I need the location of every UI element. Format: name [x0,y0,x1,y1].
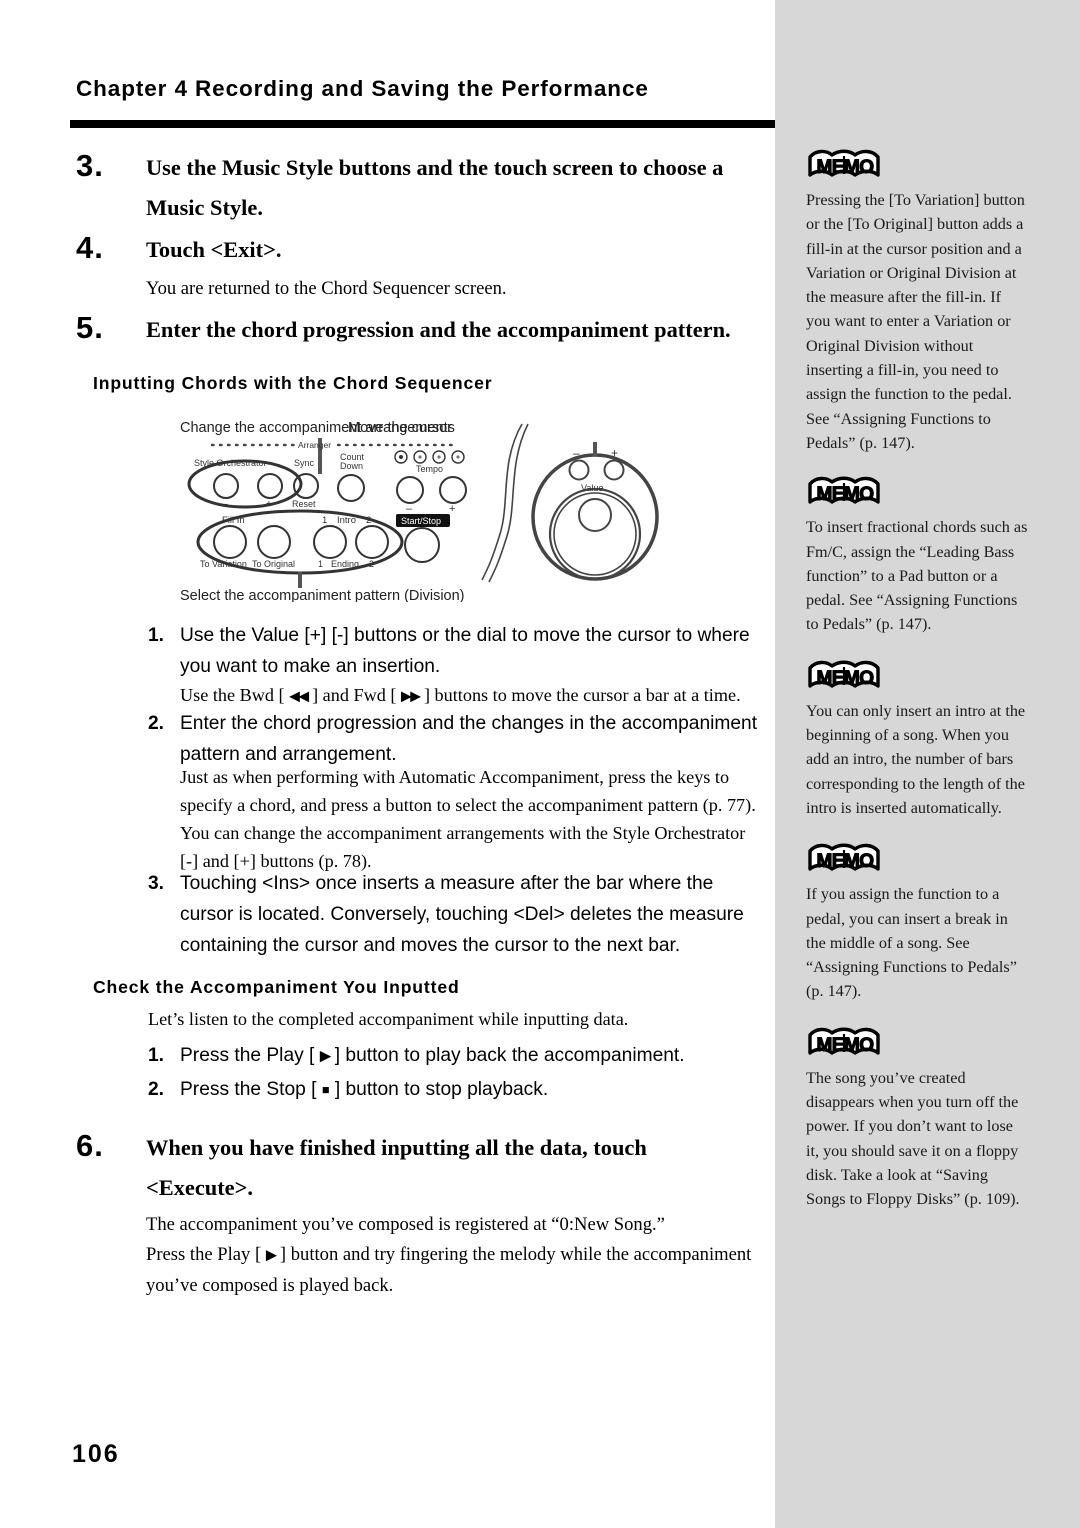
svg-text:–: – [406,503,413,515]
svg-text:MEMO: MEMO [816,668,873,689]
memo-text-3: You can only insert an intro at the begi… [806,701,1026,817]
figure-label-down: Down [340,461,363,471]
memo-sidebar: MEMO Pressing the [To Variation] button … [775,0,1080,1528]
figure-label-start-stop: Start/Stop [401,516,441,526]
list-item-b2-text-pre: Press the Stop [ [180,1079,322,1100]
figure-callout-top-right: Move the cursor [348,420,452,436]
step-6-heading: When you have finished inputting all the… [146,1135,647,1200]
list-item-a2-marker: 2. [148,713,165,734]
list-item-a1-note-pre: Use the Bwd [ [180,685,290,705]
list-item-b1-text-post: ] button to play back the accompaniment. [329,1045,685,1066]
chapter-title: Chapter 4 Recording and Saving the Perfo… [76,76,649,101]
figure-label-arranger: Arranger [298,440,331,450]
memo-text-5: The song you’ve created disappears when … [806,1068,1020,1209]
svg-text:2: 2 [366,515,371,526]
svg-text:+: + [611,446,618,460]
list-item-a1: 1. Use the Value [+] [-] buttons or the … [148,620,758,682]
svg-text:–: – [573,446,580,460]
list-item-a1-note: Use the Bwd [ ◀◀ ] and Fwd [ ▶▶ ] button… [180,681,772,711]
memo-book-icon: MEMO [806,842,884,876]
list-item-a2-text: Enter the chord progression and the chan… [180,713,758,765]
memo-text-4: If you assign the function to a pedal, y… [806,885,1017,1001]
list-item-a1-marker: 1. [148,625,165,646]
svg-text:MEMO: MEMO [816,484,873,505]
memo-block-5: MEMO The song you’ve created disappears … [806,1026,1029,1212]
page-main-column: Chapter 4 Recording and Saving the Perfo… [0,0,1008,1528]
svg-text:+: + [449,503,455,515]
svg-text:MEMO: MEMO [816,157,873,178]
panel-diagram-figure: Change the accompaniment arrangements Mo… [170,412,690,602]
list-item-b1: 1. Press the Play [ ▶ ] button to play b… [148,1040,748,1072]
list-item-a3-text: Touching <Ins> once inserts a measure af… [180,873,744,956]
section-heading-inputting-chords: Inputting Chords with the Chord Sequence… [93,373,493,393]
list-item-a1-text: Use the Value [+] [-] buttons or the dia… [180,625,750,677]
figure-label-sync: Sync [294,458,315,468]
list-item-b1-text-pre: Press the Play [ [180,1045,320,1066]
figure-label-intro: Intro [337,515,356,526]
list-item-b1-marker: 1. [148,1045,165,1066]
svg-text:1: 1 [318,559,323,569]
figure-callout-bottom: Select the accompaniment pattern (Divisi… [180,588,465,602]
step-6-number: 6. [76,1128,104,1163]
figure-label-style-orchestrator: Style Orchestrator [194,458,267,468]
step-3-heading: Use the Music Style buttons and the touc… [146,155,724,220]
figure-label-tempo: Tempo [416,464,443,474]
svg-text:2: 2 [369,559,374,569]
memo-book-icon: MEMO [806,148,884,182]
figure-label-ending: Ending [331,559,359,569]
list-item-a1-note-post: ] buttons to move the cursor a bar at a … [419,685,741,705]
memo-book-icon: MEMO [806,475,884,509]
svg-text:–: – [222,499,228,510]
step-4-number: 4. [76,230,104,265]
list-item-b2-text-post: ] button to stop playback. [329,1079,549,1100]
memo-block-2: MEMO To insert fractional chords such as… [806,475,1029,636]
step-5-heading: Enter the chord progression and the acco… [146,317,731,342]
section-heading-check-accompaniment: Check the Accompaniment You Inputted [93,977,460,997]
figure-label-to-original: To Original [252,559,295,569]
figure-label-to-variation: To Variation [200,559,247,569]
list-item-a3-marker: 3. [148,873,165,894]
memo-block-4: MEMO If you assign the function to a ped… [806,842,1029,1003]
list-item-b2: 2. Press the Stop [ ■ ] button to stop p… [148,1074,748,1106]
memo-block-1: MEMO Pressing the [To Variation] button … [806,148,1029,455]
section-b-intro: Let’s listen to the completed accompanim… [148,1009,629,1029]
list-item-b2-marker: 2. [148,1079,165,1100]
list-item-a1-note-mid: ] and Fwd [ [307,685,401,705]
memo-book-icon: MEMO [806,1026,884,1060]
step-3-number: 3. [76,148,104,183]
memo-text-1: Pressing the [To Variation] button or th… [806,191,1025,452]
list-item-b2-text: Press the Stop [ ■ ] button to stop play… [180,1074,748,1106]
play-icon: ▶ [265,1247,277,1264]
play-icon: ▶ [319,1047,331,1065]
step-6-body-line1: The accompaniment you’ve composed is reg… [146,1214,665,1235]
list-item-a2-note: Just as when performing with Automatic A… [180,767,756,871]
page-number: 106 [72,1440,120,1468]
rewind-icon: ◀◀ [289,688,309,705]
step-6-body-line2-pre: Press the Play [ [146,1244,266,1265]
list-item-a2: 2. Enter the chord progression and the c… [148,708,758,770]
svg-text:MEMO: MEMO [816,1035,873,1056]
svg-text:1: 1 [322,515,327,526]
step-4-body: You are returned to the Chord Sequencer … [146,278,507,299]
step-6-body-line2: Press the Play [ ▶ ] button and try fing… [146,1240,766,1301]
memo-book-icon: MEMO [806,659,884,693]
step-5-number: 5. [76,310,104,345]
stop-icon: ■ [321,1083,330,1097]
list-item-b1-text: Press the Play [ ▶ ] button to play back… [180,1040,748,1072]
step-4-heading: Touch <Exit>. [146,237,282,262]
memo-text-2: To insert fractional chords such as Fm/C… [806,518,1028,634]
figure-label-value: Value [581,483,603,493]
forward-icon: ▶▶ [400,688,421,705]
memo-block-3: MEMO You can only insert an intro at the… [806,659,1029,820]
svg-text:+: + [266,499,272,510]
figure-label-reset: Reset [292,499,316,509]
figure-label-fill-in: Fill In [222,515,245,526]
list-item-a3: 3. Touching <Ins> once inserts a measure… [148,868,763,961]
svg-text:MEMO: MEMO [816,851,873,872]
